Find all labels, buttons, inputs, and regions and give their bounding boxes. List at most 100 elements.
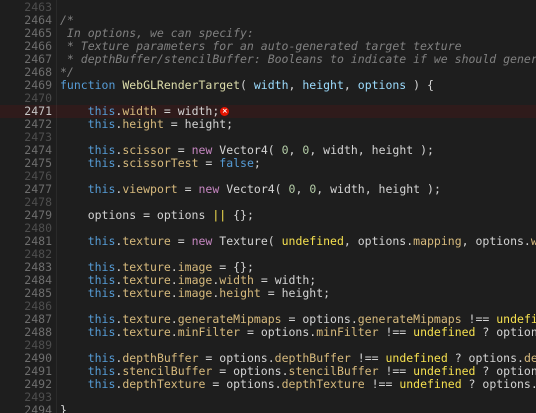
code-token: !== [350,351,386,365]
code-line[interactable]: 2469 function WebGLRenderTarget( width, h… [0,79,536,92]
code-token: undefine [496,312,536,326]
code-token: this [60,273,116,287]
error-circle-icon[interactable]: × [220,107,230,116]
code-token: * Texture parameters for an auto-generat… [60,39,462,53]
code-token: } [60,403,67,413]
code-token: dept [523,351,536,365]
code-line[interactable]: 2472 this.height = height; [0,118,536,131]
code-token: ; [253,156,261,170]
code-token: 0 [281,143,289,157]
code-token: ? options. [482,364,536,378]
code-token: undefined [399,377,462,391]
code-token: * depthBuffer/stencilBuffer: Booleans to… [60,52,536,66]
code-token: !== [378,325,414,339]
code-token: texture [122,312,171,326]
code-token: undefined [281,234,344,248]
code-token: , [343,78,358,92]
code-token: , [288,143,303,157]
code-token: = {}; [212,260,254,274]
code-token: function [60,78,123,92]
code-token: minFilter [177,325,241,339]
code-token: this [60,364,116,378]
code-token: || [212,208,227,222]
code-text: this.texture.minFilter = options.minFilt… [60,326,536,339]
code-token: = options. [240,325,317,339]
code-token: width [122,104,157,118]
code-token: WebGLRenderTarget [122,78,241,92]
code-line[interactable]: 2479 options = options || {}; [0,209,536,222]
code-token: = height; [163,117,234,131]
code-line[interactable]: 2493 [0,391,536,404]
code-token: scissor [122,143,171,157]
code-token: . [170,312,178,326]
code-line[interactable]: 2485 this.texture.image.height = height; [0,287,536,300]
code-token: Vector4( [226,182,289,196]
code-text: this.height = height; [60,118,233,131]
code-token: this [60,325,116,339]
code-token: this [60,260,116,274]
code-token: Texture( [219,234,282,248]
code-token: width [253,78,289,92]
code-token: depthTexture [122,377,206,391]
code-token: In options, we can specify: [60,26,254,40]
code-token: ? options. [482,325,536,339]
code-token: generateMipmaps [177,312,282,326]
code-token: undefined [385,351,448,365]
code-token: Vector4( [219,143,282,157]
code-token: depthBuffer [274,351,351,365]
code-text: } [60,404,67,413]
code-token: depthBuffer [122,351,199,365]
code-token: undefined [413,364,476,378]
code-token: */ [60,65,74,79]
code-token: mapping [413,234,462,248]
code-token: texture [122,260,171,274]
code-token: stencilBuffer [122,364,213,378]
code-token: options = options [60,208,213,222]
code-token: viewport [122,182,178,196]
code-token: height [122,117,164,131]
code-token: = [170,234,192,248]
code-token: = [198,156,220,170]
code-editor[interactable]: 2463 2464/* 2465 In options, we can specif… [0,0,536,413]
code-text: * depthBuffer/stencilBuffer: Booleans to… [60,53,536,66]
code-token: = [177,182,199,196]
code-token: !== [364,377,400,391]
code-token: = width; [156,104,220,118]
code-line[interactable]: 2467 * depthBuffer/stencilBuffer: Boolea… [0,53,536,66]
code-token: false [219,156,254,170]
code-token: texture [122,286,171,300]
code-token: texture [122,273,171,287]
code-token: . [170,260,178,274]
code-token: options [357,78,407,92]
code-line[interactable]: 2488 this.texture.minFilter = options.mi… [0,326,536,339]
code-token: minFilter [316,325,379,339]
code-token: image [177,286,213,300]
code-line[interactable]: 2477 this.viewport = new Vector4( 0, 0, … [0,183,536,196]
code-text: this.texture.image.height = height; [60,287,330,300]
code-line[interactable]: 2463 [0,1,536,14]
code-token: this [60,117,116,131]
code-token: ? options. [447,351,524,365]
code-token: this [60,143,116,157]
code-token: = width; [253,273,317,287]
code-line[interactable]: 2492 this.depthTexture = options.depthTe… [0,378,536,391]
code-token: /* [60,13,74,27]
code-token: depthTexture [281,377,365,391]
code-line[interactable]: 2494} [0,404,536,413]
code-token: ) { [406,78,434,92]
code-text: this.viewport = new Vector4( 0, 0, width… [60,183,441,196]
code-text: this.texture = new Texture( undefined, o… [60,235,536,248]
code-token: image [177,273,213,287]
code-line[interactable]: 2475 this.scissorTest = false; [0,157,536,170]
code-token: this [60,234,116,248]
code-token: height [302,78,344,92]
code-token: ? options. [461,377,536,391]
code-token: , width, height ); [316,182,441,196]
code-token: this [60,312,116,326]
code-token: = options. [205,377,282,391]
code-token: . [170,273,178,287]
code-token: , width, height ); [309,143,434,157]
code-line[interactable]: 2481 this.texture = new Texture( undefin… [0,235,536,248]
code-token: this [60,286,116,300]
code-token: ( [240,78,254,92]
